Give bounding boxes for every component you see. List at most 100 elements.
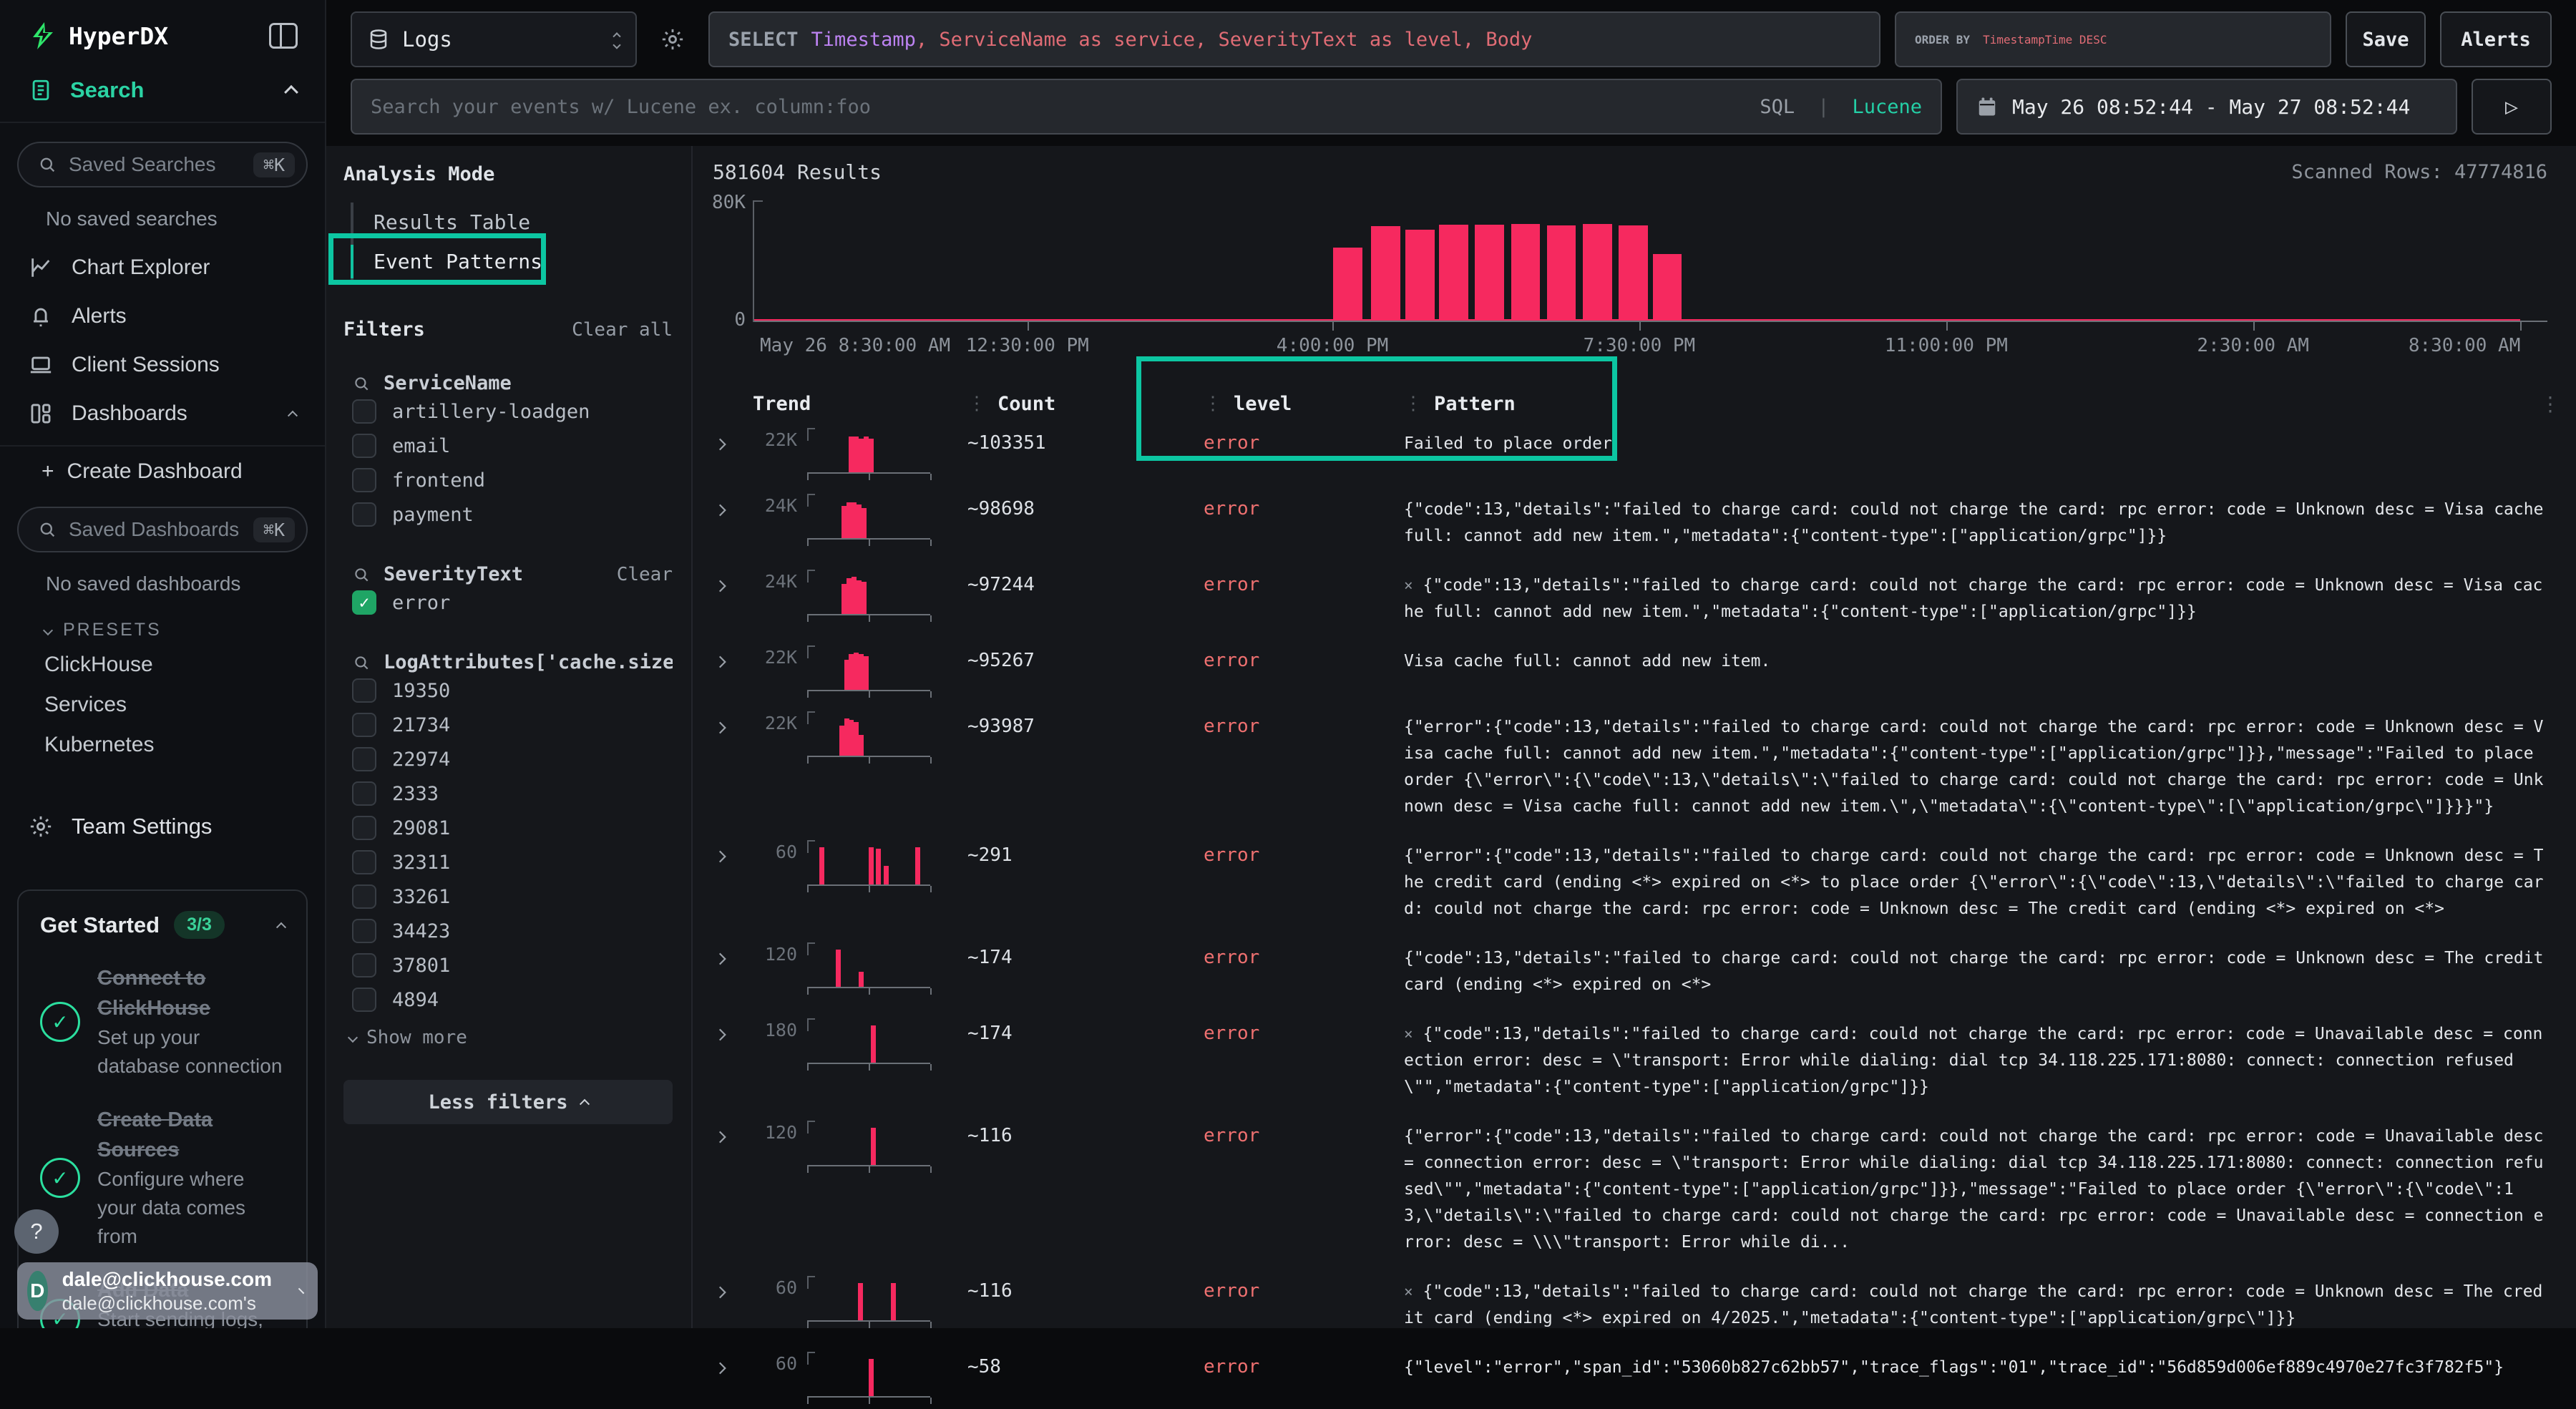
filter-option[interactable]: ✓error [343,585,673,620]
filter-option[interactable]: 19350 [343,673,673,708]
row-expand-chevron[interactable] [713,644,753,674]
row-expand-chevron[interactable] [713,1350,753,1380]
dismiss-x-icon[interactable]: × [1404,1283,1413,1300]
pattern-text[interactable]: {"error":{"code":13,"details":"failed to… [1404,1119,2547,1256]
checkbox-icon[interactable] [352,399,376,424]
drag-handle-icon[interactable]: ⋮ [1204,393,1222,414]
table-row[interactable]: 22K~95267errorVisa cache full: cannot ad… [713,637,2547,703]
collapse-sidebar-icon[interactable] [269,23,298,49]
pattern-text[interactable]: ×{"code":13,"details":"failed to charge … [1404,568,2547,625]
pattern-text[interactable]: ×{"code":13,"details":"failed to charge … [1404,1274,2547,1332]
sidebar-item-search[interactable]: Search [0,66,325,114]
checkbox-icon[interactable] [352,434,376,458]
sidebar-item-dashboards[interactable]: Dashboards [0,389,325,438]
table-options-icon[interactable]: ⋮ [2540,392,2560,416]
save-button[interactable]: Save [2346,11,2426,67]
column-header-pattern[interactable]: ⋮Pattern [1404,393,2547,415]
checkbox-icon[interactable] [352,502,376,527]
run-query-button[interactable]: ▷ [2472,79,2552,135]
create-dashboard-button[interactable]: + Create Dashboard [0,447,325,488]
table-row[interactable]: 24K~98698error{"code":13,"details":"fail… [713,485,2547,561]
alerts-button[interactable]: Alerts [2440,11,2552,67]
mode-results-table[interactable]: Results Table [353,203,673,242]
language-toggle-lucene[interactable]: Lucene [1852,96,1922,118]
pattern-text[interactable]: ×{"code":13,"details":"failed to charge … [1404,1017,2547,1101]
drag-handle-icon[interactable]: ⋮ [967,393,986,414]
sidebar-item-client-sessions[interactable]: Client Sessions [0,341,325,389]
filter-option[interactable]: 4894 [343,983,673,1017]
search-input[interactable]: Search your events w/ Lucene ex. column:… [351,79,1942,135]
column-header-level[interactable]: ⋮level [1204,393,1404,415]
table-row[interactable]: 120~174error{"code":13,"details":"failed… [713,934,2547,1010]
pattern-text[interactable]: {"code":13,"details":"failed to charge c… [1404,492,2547,550]
clear-all-filters-link[interactable]: Clear all [572,319,673,341]
checkbox-icon[interactable] [352,781,376,806]
pattern-text[interactable]: {"error":{"code":13,"details":"failed to… [1404,839,2547,922]
table-row[interactable]: 60~291error{"error":{"code":13,"details"… [713,832,2547,934]
dismiss-x-icon[interactable]: × [1404,1025,1413,1043]
row-expand-chevron[interactable] [713,568,753,598]
table-row[interactable]: 22K~93987error{"error":{"code":13,"detai… [713,703,2547,832]
checkbox-icon[interactable] [352,747,376,771]
table-row[interactable]: 60~58error{"level":"error","span_id":"53… [713,1343,2547,1409]
checkbox-icon[interactable] [352,816,376,840]
language-toggle-sql[interactable]: SQL [1760,96,1795,118]
table-row[interactable]: 24K~97244error×{"code":13,"details":"fai… [713,561,2547,637]
row-expand-chevron[interactable] [713,839,753,869]
sidebar-item-clickhouse[interactable]: ClickHouse [0,645,325,685]
saved-dashboards-input[interactable]: Saved Dashboards ⌘K [17,507,308,552]
filter-option[interactable]: 33261 [343,879,673,914]
search-icon[interactable] [352,565,371,584]
chevron-up-icon[interactable] [288,411,298,421]
row-expand-chevron[interactable] [713,941,753,971]
filter-option[interactable]: 32311 [343,845,673,879]
row-expand-chevron[interactable] [713,426,753,457]
mode-event-patterns[interactable]: Event Patterns [353,242,673,281]
checkbox-checked-icon[interactable]: ✓ [352,590,376,615]
order-by-input[interactable]: ORDER BY TimestampTime DESC [1895,11,2331,67]
user-account-button[interactable]: D dale@clickhouse.com dale@clickhouse.co… [17,1262,318,1320]
filter-option[interactable]: 29081 [343,811,673,845]
source-settings-gear-icon[interactable] [651,11,694,67]
filter-option[interactable]: frontend [343,463,673,497]
search-icon[interactable] [352,653,371,672]
pattern-text[interactable]: Failed to place order [1404,426,2547,457]
source-select-dropdown[interactable]: Logs [351,11,637,67]
row-expand-chevron[interactable] [713,710,753,740]
less-filters-button[interactable]: Less filters [343,1080,673,1124]
sidebar-item-team-settings[interactable]: Team Settings [0,799,325,854]
select-columns-input[interactable]: SELECT Timestamp , ServiceName as servic… [708,11,1880,67]
filter-option[interactable]: 34423 [343,914,673,948]
filter-option[interactable]: payment [343,497,673,532]
filter-option[interactable]: 21734 [343,708,673,742]
checkbox-icon[interactable] [352,678,376,703]
dismiss-x-icon[interactable]: × [1404,577,1413,594]
clear-filter-link[interactable]: Clear [617,564,673,585]
pattern-text[interactable]: {"level":"error","span_id":"53060b827c62… [1404,1350,2547,1381]
saved-searches-input[interactable]: Saved Searches ⌘K [17,142,308,187]
row-expand-chevron[interactable] [713,1017,753,1047]
row-expand-chevron[interactable] [713,492,753,522]
get-started-item-sources[interactable]: ✓ Create Data Sources Configure where yo… [40,1105,285,1251]
pattern-text[interactable]: {"error":{"code":13,"details":"failed to… [1404,710,2547,820]
table-row[interactable]: 120~116error{"error":{"code":13,"details… [713,1112,2547,1267]
get-started-item-connect[interactable]: ✓ Connect to ClickHouse Set up your data… [40,963,285,1081]
filter-option[interactable]: 2333 [343,776,673,811]
filter-option[interactable]: 37801 [343,948,673,983]
sidebar-item-kubernetes[interactable]: Kubernetes [0,725,325,765]
checkbox-icon[interactable] [352,713,376,737]
checkbox-icon[interactable] [352,850,376,874]
checkbox-icon[interactable] [352,468,376,492]
show-more-link[interactable]: Show more [349,1027,673,1048]
sidebar-item-alerts[interactable]: Alerts [0,292,325,341]
table-row[interactable]: 60~116error×{"code":13,"details":"failed… [713,1267,2547,1343]
pattern-text[interactable]: {"code":13,"details":"failed to charge c… [1404,941,2547,998]
checkbox-icon[interactable] [352,988,376,1012]
drag-handle-icon[interactable]: ⋮ [1404,393,1423,414]
filter-option[interactable]: artillery-loadgen [343,394,673,429]
search-icon[interactable] [352,374,371,393]
column-header-count[interactable]: ⋮Count [967,393,1204,415]
sidebar-item-services[interactable]: Services [0,685,325,725]
checkbox-icon[interactable] [352,953,376,977]
filter-option[interactable]: 22974 [343,742,673,776]
